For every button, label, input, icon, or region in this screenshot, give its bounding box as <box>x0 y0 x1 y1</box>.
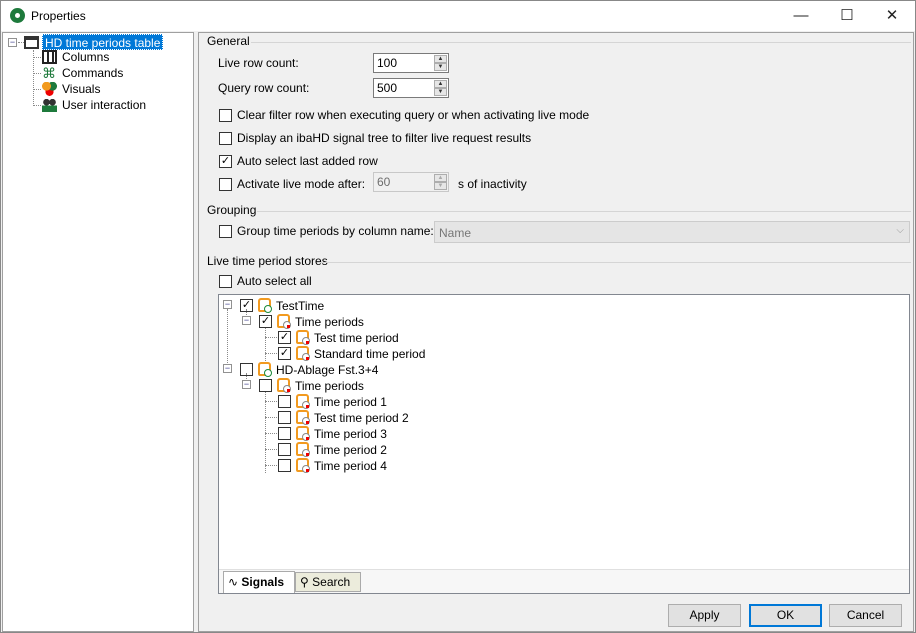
tree-node-checkbox[interactable] <box>278 459 291 472</box>
tree-node-label[interactable]: Time period 3 <box>314 427 387 441</box>
time-period-icon <box>296 426 310 441</box>
stores-group-title: Live time period stores <box>207 254 328 268</box>
time-period-icon <box>277 314 291 329</box>
time-period-icon <box>296 410 310 425</box>
time-period-icon <box>296 458 310 473</box>
users-icon <box>42 98 57 112</box>
spin-down-icon[interactable]: ▼ <box>434 63 447 71</box>
ok-button[interactable]: OK <box>749 604 822 627</box>
query-row-count-label: Query row count: <box>218 81 310 95</box>
tab-signals[interactable]: ∿ Signals <box>223 571 295 593</box>
tree-node-label[interactable]: TestTime <box>276 299 324 313</box>
time-period-icon <box>296 442 310 457</box>
cancel-button[interactable]: Cancel <box>829 604 902 627</box>
tree-node-label[interactable]: Time period 2 <box>314 443 387 457</box>
tree-node-label[interactable]: Test time period <box>314 331 399 345</box>
spin-down-icon: ▼ <box>434 182 447 190</box>
tree-node-checkbox[interactable] <box>278 395 291 408</box>
tab-search[interactable]: ⚲ Search <box>295 572 361 592</box>
nav-item-commands[interactable]: Commands <box>62 66 123 80</box>
query-row-count-spinner[interactable]: 500 ▲ ▼ <box>373 78 449 98</box>
gear-icon <box>10 8 25 23</box>
clear-filter-checkbox[interactable] <box>219 109 232 122</box>
properties-window: Properties — ☐ ✕ − HD time periods table… <box>0 0 916 633</box>
tree-node-label[interactable]: Time period 1 <box>314 395 387 409</box>
clear-filter-label: Clear filter row when executing query or… <box>237 108 590 122</box>
tree-node-checkbox[interactable]: ✓ <box>278 347 291 360</box>
tree-node-label[interactable]: Time period 4 <box>314 459 387 473</box>
auto-select-all-label: Auto select all <box>237 274 312 288</box>
activate-live-checkbox[interactable] <box>219 178 232 191</box>
signal-tree-label: Display an ibaHD signal tree to filter l… <box>237 131 532 145</box>
collapse-icon[interactable]: − <box>223 364 232 373</box>
nav-item-user-interaction[interactable]: User interaction <box>62 98 146 112</box>
time-period-icon <box>296 330 310 345</box>
tree-node-checkbox[interactable] <box>278 411 291 424</box>
tree-node-checkbox[interactable] <box>278 443 291 456</box>
navigation-tree: − HD time periods table Columns ⌘ Comman… <box>2 32 194 632</box>
signal-wave-icon: ∿ <box>228 575 239 589</box>
auto-select-last-checkbox[interactable]: ✓ <box>219 155 232 168</box>
time-period-icon <box>296 346 310 361</box>
properties-panel: General Live row count: 100 ▲ ▼ Query row … <box>198 32 914 632</box>
columns-icon <box>42 50 57 64</box>
auto-select-all-checkbox[interactable] <box>219 275 232 288</box>
time-period-icon <box>296 394 310 409</box>
spin-up-icon[interactable]: ▲ <box>434 55 447 63</box>
close-button[interactable]: ✕ <box>869 1 915 31</box>
auto-select-last-label: Auto select last added row <box>237 154 378 168</box>
group-column-value: Name <box>439 226 472 240</box>
nav-item-columns[interactable]: Columns <box>62 50 109 64</box>
tree-node-checkbox[interactable]: ✓ <box>278 331 291 344</box>
collapse-icon[interactable]: − <box>242 380 251 389</box>
tree-node-checkbox[interactable]: ✓ <box>259 315 272 328</box>
maximize-button[interactable]: ☐ <box>824 1 870 31</box>
activate-live-label: Activate live mode after: <box>237 177 366 191</box>
inactivity-seconds-spinner[interactable]: 60 ▲ ▼ <box>373 172 449 192</box>
tree-node-label[interactable]: HD-Ablage Fst.3+4 <box>276 363 378 377</box>
chevron-down-icon: ⌵ <box>896 225 904 236</box>
tree-node-checkbox[interactable] <box>259 379 272 392</box>
search-icon: ⚲ <box>300 575 309 589</box>
tree-node-label[interactable]: Time periods <box>295 315 364 329</box>
store-icon <box>258 362 272 377</box>
window-title: Properties <box>31 9 86 23</box>
group-by-column-label: Group time periods by column name: <box>237 224 434 238</box>
live-row-count-spinner[interactable]: 100 ▲ ▼ <box>373 53 449 73</box>
signal-tree-checkbox[interactable] <box>219 132 232 145</box>
table-icon <box>24 36 39 49</box>
time-period-icon <box>277 378 291 393</box>
inactivity-seconds-value: 60 <box>377 175 391 189</box>
tree-node-label[interactable]: Test time period 2 <box>314 411 409 425</box>
spin-down-icon[interactable]: ▼ <box>434 88 447 96</box>
query-row-count-value[interactable]: 500 <box>377 81 397 95</box>
title-bar: Properties — ☐ ✕ <box>1 1 915 31</box>
collapse-icon[interactable]: − <box>242 316 251 325</box>
inactivity-suffix: s of inactivity <box>458 177 527 191</box>
collapse-icon[interactable]: − <box>8 38 17 47</box>
spin-up-icon: ▲ <box>434 174 447 182</box>
tree-node-label[interactable]: Time periods <box>295 379 364 393</box>
general-group-title: General <box>207 34 250 48</box>
apply-button[interactable]: Apply <box>668 604 741 627</box>
grouping-group-title: Grouping <box>207 203 257 217</box>
minimize-button[interactable]: — <box>778 1 824 31</box>
live-row-count-label: Live row count: <box>218 56 299 70</box>
tree-node-checkbox[interactable] <box>278 427 291 440</box>
nav-root-hd-time-periods-table[interactable]: HD time periods table <box>42 34 164 50</box>
command-icon: ⌘ <box>42 65 56 81</box>
nav-item-visuals[interactable]: Visuals <box>62 82 100 96</box>
tree-node-label[interactable]: Standard time period <box>314 347 425 361</box>
collapse-icon[interactable]: − <box>223 300 232 309</box>
group-column-select[interactable]: Name ⌵ <box>434 221 910 243</box>
stores-tree: ∿ Signals ⚲ Search − ✓ TestTime − ✓ Time peri… <box>218 294 910 594</box>
store-icon <box>258 298 272 313</box>
group-by-column-checkbox[interactable] <box>219 225 232 238</box>
live-row-count-value[interactable]: 100 <box>377 56 397 70</box>
spin-up-icon[interactable]: ▲ <box>434 80 447 88</box>
visuals-icon <box>42 82 57 96</box>
